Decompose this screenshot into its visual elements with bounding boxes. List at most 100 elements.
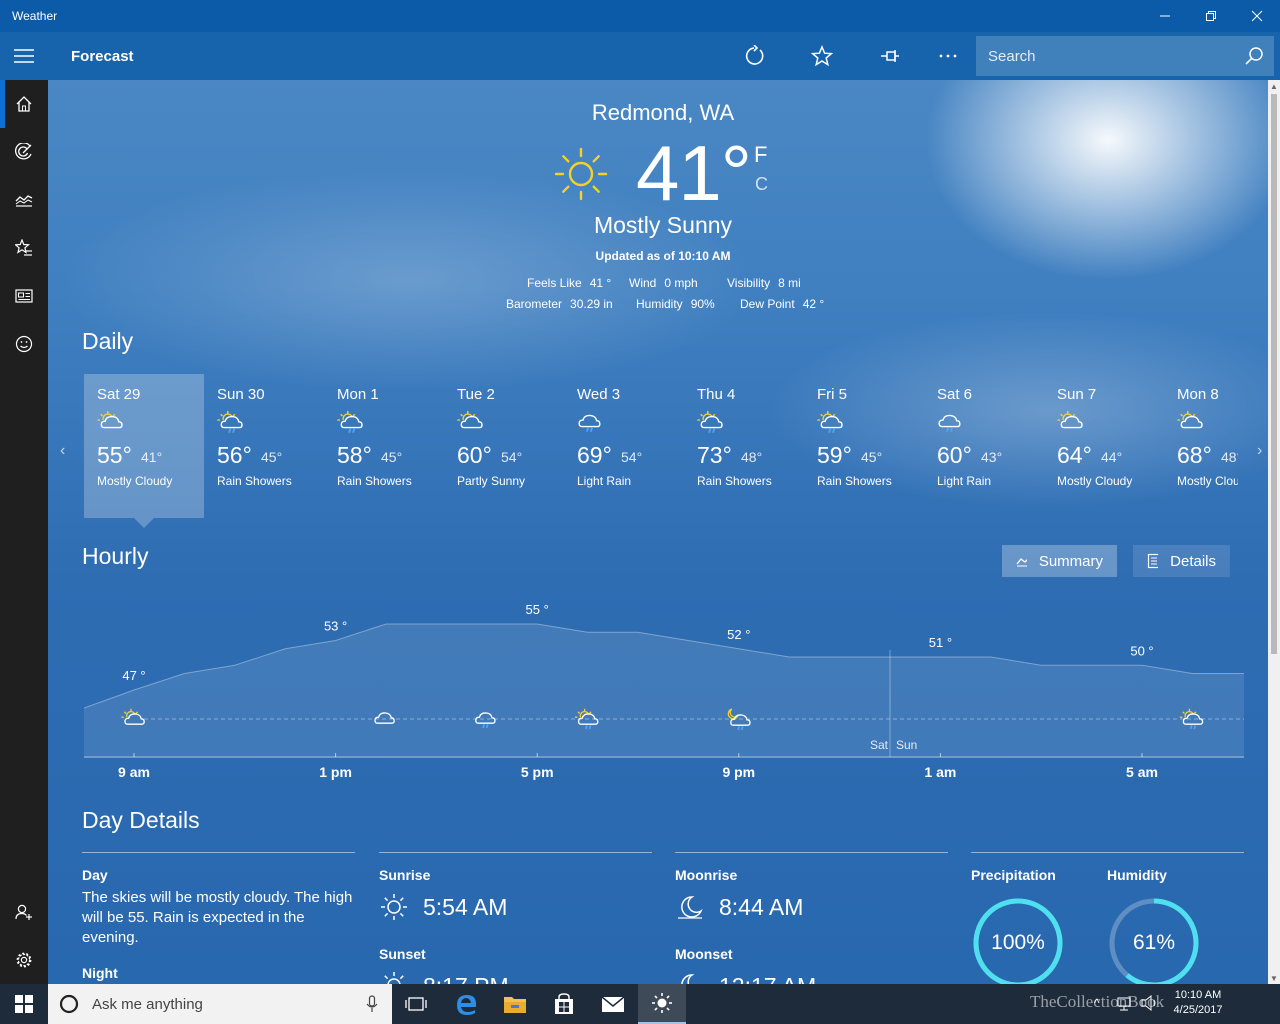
scroll-up-arrow[interactable]: ▲ xyxy=(1268,80,1280,92)
rain-showers-icon xyxy=(217,411,243,434)
daily-scroll-right-button[interactable]: › xyxy=(1257,442,1262,460)
moonset-icon xyxy=(675,970,705,984)
file-explorer-button[interactable] xyxy=(491,984,539,1024)
favorite-button[interactable] xyxy=(798,32,846,80)
scrollbar-thumb[interactable] xyxy=(1271,94,1277,654)
hour-tick-label: 5 pm xyxy=(520,764,554,780)
dew-point-stat: Dew Point 42 ° xyxy=(740,297,824,311)
mail-button[interactable] xyxy=(589,984,637,1024)
refresh-icon xyxy=(745,45,764,65)
humidity-stat: Humidity 90% xyxy=(636,297,715,311)
cortana-icon xyxy=(59,994,79,1014)
more-options-button[interactable] xyxy=(924,32,972,80)
search-button[interactable] xyxy=(1234,36,1274,76)
title-bar: Weather xyxy=(0,0,1280,32)
pin-button[interactable] xyxy=(866,32,914,80)
updated-time: Updated as of 10:10 AM xyxy=(595,249,731,263)
nav-settings[interactable] xyxy=(0,936,48,984)
daily-condition: Light Rain xyxy=(937,474,992,488)
store-icon xyxy=(555,993,573,1014)
feels-like-label: Feels Like xyxy=(527,276,582,290)
close-button[interactable] xyxy=(1234,0,1280,32)
minimize-button[interactable] xyxy=(1142,0,1188,32)
start-button[interactable] xyxy=(0,984,48,1024)
summary-view-button[interactable]: Summary xyxy=(1002,545,1117,577)
weather-sun-icon xyxy=(652,993,672,1013)
favorites-list-icon xyxy=(15,239,32,256)
nav-life[interactable] xyxy=(0,320,48,368)
restore-button[interactable] xyxy=(1188,0,1234,32)
feels-like-value: 41 ° xyxy=(589,276,612,290)
sun-icon xyxy=(553,146,609,207)
daily-condition: Mostly Cloudy xyxy=(1177,474,1238,488)
app-header: Forecast xyxy=(0,32,1280,80)
daily-high: 60° xyxy=(457,442,492,468)
system-clock[interactable]: 10:10 AM 4/25/2017 xyxy=(1162,988,1234,1018)
feels-like-stat: Feels Like 41 ° xyxy=(527,276,611,290)
barometer-stat: Barometer 30.29 in xyxy=(506,297,613,311)
nav-favorites[interactable] xyxy=(0,224,48,272)
store-button[interactable] xyxy=(540,984,588,1024)
hourly-heading: Hourly xyxy=(82,543,149,569)
wind-label: Wind xyxy=(629,276,657,290)
visibility-stat: Visibility 8 mi xyxy=(727,276,801,290)
daily-tile[interactable]: Thu 4 73° 48° Rain Showers xyxy=(684,374,804,518)
unit-celsius-toggle[interactable]: C xyxy=(755,174,768,195)
cortana-search-input[interactable] xyxy=(92,995,366,1013)
day-details-divider-1 xyxy=(82,852,355,853)
nav-news[interactable] xyxy=(0,272,48,320)
daily-icon xyxy=(457,408,485,441)
daily-tile[interactable]: Mon 8 68° 48° Mostly Cloudy xyxy=(1164,374,1238,518)
rain-showers-icon xyxy=(337,411,363,434)
refresh-button[interactable] xyxy=(730,32,778,80)
daily-tile[interactable]: Mon 1 58° 45° Rain Showers xyxy=(324,374,444,518)
daily-tile[interactable]: Sat 29 55° 41° Mostly Cloudy xyxy=(84,374,204,518)
daily-tile[interactable]: Tue 2 60° 54° Partly Sunny xyxy=(444,374,564,518)
scroll-down-arrow[interactable]: ▼ xyxy=(1268,972,1280,984)
hamburger-menu-button[interactable] xyxy=(0,32,48,80)
daily-scroll-left-button[interactable]: ‹ xyxy=(60,442,65,460)
task-view-button[interactable] xyxy=(392,984,440,1024)
daily-tile[interactable]: Sat 6 60° 43° Light Rain xyxy=(924,374,1044,518)
daily-high: 60° xyxy=(937,442,972,468)
navigation-rail xyxy=(0,80,48,984)
smiley-icon xyxy=(15,335,33,353)
page-title: Forecast xyxy=(71,48,134,65)
folder-icon xyxy=(504,997,526,1013)
nav-historical-weather[interactable] xyxy=(0,176,48,224)
nav-forecast[interactable] xyxy=(0,80,48,128)
humidity-value: 90% xyxy=(690,297,715,311)
edge-browser-button[interactable] xyxy=(442,984,490,1024)
weather-app-button[interactable] xyxy=(638,984,686,1024)
document-icon xyxy=(1147,553,1159,569)
daily-tile[interactable]: Wed 3 69° 54° Light Rain xyxy=(564,374,684,518)
search-input[interactable] xyxy=(976,47,1234,65)
vertical-scrollbar[interactable]: ▲ ▼ xyxy=(1268,80,1280,984)
unit-fahrenheit-toggle[interactable]: F xyxy=(754,142,767,168)
daily-tile[interactable]: Fri 5 59° 45° Rain Showers xyxy=(804,374,924,518)
daily-day-name: Fri 5 xyxy=(817,386,847,403)
visibility-value: 8 mi xyxy=(778,276,801,290)
partly-cloudy-icon xyxy=(1177,411,1203,429)
daily-icon xyxy=(817,408,845,441)
nav-maps[interactable] xyxy=(0,128,48,176)
hourly-temp-label: 50 ° xyxy=(1130,643,1153,658)
moonset-label: Moonset xyxy=(675,946,733,962)
daily-icon xyxy=(1057,408,1085,441)
daily-tile[interactable]: Sun 30 56° 45° Rain Showers xyxy=(204,374,324,518)
barometer-value: 30.29 in xyxy=(570,297,613,311)
hourly-temp-label: 47 ° xyxy=(122,668,145,683)
daily-tile[interactable]: Sun 7 64° 44° Mostly Cloudy xyxy=(1044,374,1164,518)
daily-low: 41° xyxy=(141,449,163,465)
details-label: Details xyxy=(1170,552,1216,570)
hourly-temp-label: 55 ° xyxy=(526,602,549,617)
details-view-button[interactable]: Details xyxy=(1133,545,1230,577)
hourly-temperature-chart: 47 ° 53 ° 55 ° 52 ° 51 ° 50 ° xyxy=(84,602,1244,758)
hour-tick-label: 1 am xyxy=(924,764,957,780)
daily-high: 64° xyxy=(1057,442,1092,468)
daily-condition: Mostly Cloudy xyxy=(1057,474,1133,488)
hour-tick-label: 5 am xyxy=(1126,764,1158,780)
nav-account[interactable] xyxy=(0,888,48,936)
microphone-icon[interactable] xyxy=(366,995,378,1013)
daily-icon xyxy=(577,408,605,441)
